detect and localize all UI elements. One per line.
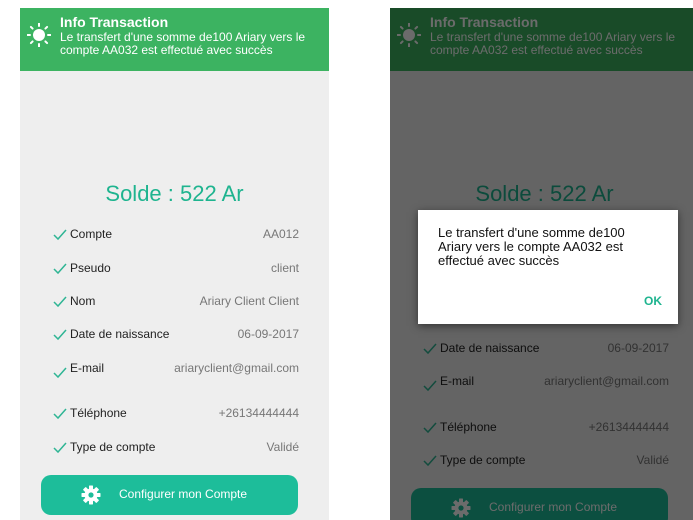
field-row-nom: Nom Ariary Client Client bbox=[20, 294, 329, 324]
field-label: Nom bbox=[70, 294, 96, 308]
notification-banner[interactable]: Info Transaction Le transfert d'une somm… bbox=[20, 8, 329, 71]
field-label: Type de compte bbox=[70, 440, 156, 454]
check-icon bbox=[53, 296, 67, 308]
account-screen-with-dialog: Info Transaction Le transfert d'une somm… bbox=[390, 8, 693, 520]
check-icon bbox=[53, 442, 67, 454]
field-value: Validé bbox=[266, 440, 299, 454]
field-value: +26134444444 bbox=[218, 406, 299, 420]
field-value: ariaryclient@gmail.com bbox=[174, 361, 299, 375]
balance-text: Solde : 522 Ar bbox=[105, 181, 244, 206]
field-row-date-de-naissance: Date de naissance 06-09-2017 bbox=[20, 327, 329, 357]
field-row-pseudo: Pseudo client bbox=[20, 261, 329, 291]
field-value: client bbox=[270, 261, 299, 275]
configure-account-button[interactable]: Configurer mon Compte bbox=[41, 475, 298, 515]
field-row-compte: Compte AA012 bbox=[20, 227, 329, 257]
field-label: Date de naissance bbox=[70, 327, 170, 341]
field-value: 06-09-2017 bbox=[237, 327, 299, 341]
check-icon bbox=[53, 263, 67, 275]
notification-message: Le transfert d'une somme de100 Ariary ve… bbox=[60, 30, 306, 57]
check-icon bbox=[53, 229, 67, 241]
configure-account-label: Configurer mon Compte bbox=[119, 487, 248, 501]
field-label: Pseudo bbox=[70, 261, 111, 275]
notification-title: Info Transaction bbox=[60, 14, 169, 30]
field-row-email: E-mail ariaryclient@gmail.com bbox=[20, 361, 329, 401]
dialog-message: Le transfert d'une somme de100 Ariary ve… bbox=[438, 225, 625, 268]
field-row-telephone: Téléphone +26134444444 bbox=[20, 406, 329, 436]
field-label: E-mail bbox=[70, 361, 105, 375]
field-label: Téléphone bbox=[70, 406, 127, 420]
success-dialog: Le transfert d'une somme de100 Ariary ve… bbox=[418, 210, 678, 324]
account-screen: Info Transaction Le transfert d'une somm… bbox=[20, 8, 329, 520]
gear-icon bbox=[81, 485, 101, 505]
field-value: AA012 bbox=[262, 227, 299, 241]
field-value: Ariary Client Client bbox=[199, 294, 299, 308]
field-row-type-de-compte: Type de compte Validé bbox=[20, 440, 329, 470]
check-icon bbox=[53, 408, 67, 420]
check-icon bbox=[53, 367, 67, 379]
check-icon bbox=[53, 329, 67, 341]
sun-icon bbox=[27, 23, 51, 47]
dialog-ok-button[interactable]: OK bbox=[644, 294, 662, 308]
field-label: Compte bbox=[70, 227, 113, 241]
